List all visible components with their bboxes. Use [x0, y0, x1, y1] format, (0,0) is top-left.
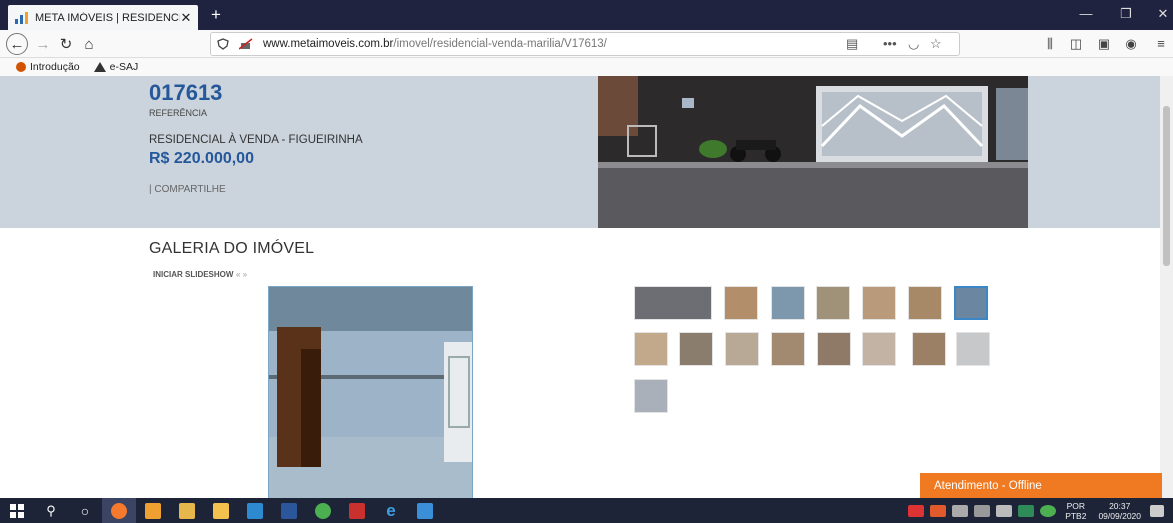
thumbnail[interactable] — [816, 286, 850, 320]
browser-tab[interactable]: META IMÓVEIS | RESIDENCIAL ✕ — [8, 5, 198, 30]
new-tab-button[interactable]: + — [206, 5, 226, 25]
property-header: 017613 REFERÊNCIA RESIDENCIAL À VENDA - … — [0, 76, 1160, 228]
reference-number: 017613 — [149, 80, 223, 105]
chrome-icon[interactable] — [306, 498, 340, 523]
input-language[interactable]: POR PTB2 — [1065, 501, 1086, 521]
reader-view-icon[interactable]: ▤ — [846, 36, 858, 52]
tray-app-icon[interactable] — [908, 504, 925, 517]
word-icon[interactable] — [272, 498, 306, 523]
thumbnail[interactable] — [634, 332, 668, 366]
extension-icon[interactable]: ◉ — [1121, 36, 1141, 52]
bookmark-star-icon[interactable]: ☆ — [930, 36, 942, 52]
bookmark-globe-icon — [16, 62, 26, 72]
library-icon[interactable]: ⫼ — [1040, 36, 1060, 52]
tray-app-icon[interactable] — [930, 504, 947, 517]
thumbnail[interactable] — [817, 332, 851, 366]
file-explorer-icon[interactable] — [170, 498, 204, 523]
interior-room-image — [269, 287, 472, 498]
back-arrow-icon[interactable]: ← — [6, 33, 28, 55]
browser-tab-bar: META IMÓVEIS | RESIDENCIAL ✕ + — ❐ ✕ — [0, 0, 1173, 30]
forward-arrow-icon[interactable]: → — [32, 33, 54, 55]
app-red-icon[interactable] — [340, 498, 374, 523]
tray-app-icon[interactable] — [1040, 504, 1057, 517]
clock[interactable]: 20:37 09/09/2020 — [1098, 501, 1141, 521]
property-price: R$ 220.000,00 — [149, 150, 254, 167]
network-icon[interactable] — [996, 504, 1013, 517]
thumbnail[interactable] — [634, 379, 668, 413]
thumbnail[interactable] — [634, 286, 712, 320]
menu-icon[interactable]: ≡ — [1151, 36, 1171, 51]
thumbnail[interactable] — [771, 286, 805, 320]
esaj-logo-icon — [93, 62, 106, 72]
store-icon[interactable] — [204, 498, 238, 523]
bookmarks-bar: Introdução e-SAJ — [0, 58, 1173, 76]
tray-app-icon[interactable] — [1018, 504, 1035, 517]
web-page: 017613 REFERÊNCIA RESIDENCIAL À VENDA - … — [0, 76, 1173, 498]
screenshot-icon[interactable]: ▣ — [1094, 36, 1114, 52]
property-title: RESIDENCIAL À VENDA - FIGUEIRINHA — [149, 134, 363, 146]
home-icon[interactable]: ⌂ — [78, 33, 100, 55]
thumbnail[interactable] — [771, 332, 805, 366]
cortana-icon[interactable]: ○ — [68, 498, 102, 523]
tab-title: META IMÓVEIS | RESIDENCIAL — [35, 11, 180, 24]
reload-icon[interactable]: ↻ — [55, 33, 77, 55]
thumbnail[interactable] — [912, 332, 946, 366]
volume-icon[interactable] — [974, 504, 991, 517]
windows-start-icon[interactable] — [0, 498, 34, 523]
reference-label: REFERÊNCIA — [149, 108, 208, 118]
more-actions-icon[interactable]: ••• — [883, 36, 897, 51]
battery-icon[interactable] — [952, 504, 969, 517]
page-scrollbar[interactable] — [1160, 76, 1173, 498]
scrollbar-thumb[interactable] — [1163, 106, 1170, 266]
thumbnail[interactable] — [862, 332, 896, 366]
minimize-icon[interactable]: — — [1073, 6, 1099, 21]
photos-icon[interactable] — [408, 498, 442, 523]
window-close-icon[interactable]: ✕ — [1150, 6, 1173, 22]
thumbnail-active[interactable] — [954, 286, 988, 320]
slideshow-nav[interactable]: « » — [236, 270, 247, 279]
system-tray: POR PTB2 20:37 09/09/2020 — [905, 498, 1173, 523]
restore-icon[interactable]: ❐ — [1113, 6, 1139, 22]
outlook-icon[interactable] — [136, 498, 170, 523]
internet-explorer-icon[interactable]: e — [374, 498, 408, 523]
windows-taskbar: ⚲ ○ e POR PTB2 20:37 09/09/2020 — [0, 498, 1173, 523]
thumbnail[interactable] — [724, 286, 758, 320]
thumbnail[interactable] — [908, 286, 942, 320]
url-text[interactable]: www.metaimoveis.com.br/imovel/residencia… — [263, 38, 607, 50]
thumbnail[interactable] — [725, 332, 759, 366]
bookmark-label: Introdução — [30, 61, 80, 73]
site-favicon-icon — [15, 11, 28, 24]
media-player-icon[interactable] — [238, 498, 272, 523]
thumbnail[interactable] — [956, 332, 990, 366]
thumbnail[interactable] — [679, 332, 713, 366]
shield-icon[interactable] — [217, 38, 229, 50]
firefox-icon[interactable] — [102, 498, 136, 523]
share-link[interactable]: | COMPARTILHE — [149, 184, 226, 195]
address-bar[interactable]: www.metaimoveis.com.br/imovel/residencia… — [210, 32, 960, 56]
thumbnail[interactable] — [862, 286, 896, 320]
gallery-title: GALERIA DO IMÓVEL — [149, 240, 315, 257]
browser-nav-bar: ← → ↻ ⌂ www.metaimoveis.com.br/imovel/re… — [0, 30, 1173, 58]
tab-close-icon[interactable]: ✕ — [180, 10, 192, 26]
house-facade-image — [598, 76, 1028, 228]
search-icon[interactable]: ⚲ — [34, 498, 68, 523]
sidebar-icon[interactable]: ◫ — [1066, 36, 1086, 52]
bookmark-label: e-SAJ — [109, 61, 139, 73]
pocket-icon[interactable]: ◡ — [908, 36, 919, 52]
chat-widget[interactable]: Atendimento - Offline — [920, 473, 1162, 498]
bookmark-esaj[interactable]: e-SAJ — [93, 61, 139, 73]
start-slideshow-link[interactable]: INICIAR SLIDESHOW — [153, 270, 233, 279]
insecure-lock-icon[interactable] — [239, 38, 253, 50]
gallery-main-photo[interactable] — [268, 286, 473, 498]
property-main-photo[interactable] — [598, 76, 1028, 228]
notification-icon[interactable] — [1150, 504, 1164, 517]
bookmark-introducao[interactable]: Introdução — [16, 61, 80, 73]
